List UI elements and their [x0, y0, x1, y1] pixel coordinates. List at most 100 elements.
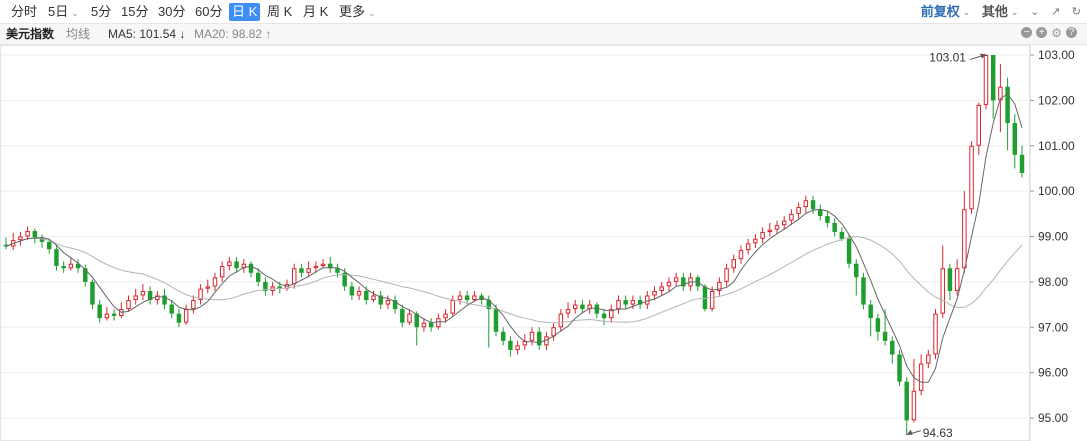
- tab-5day[interactable]: 5日 ⌄: [45, 3, 82, 21]
- tab-5min[interactable]: 5分: [88, 3, 114, 21]
- candle-body-down: [61, 265, 66, 269]
- candle: [241, 259, 247, 273]
- candle: [990, 55, 996, 119]
- candle: [299, 263, 304, 278]
- candle: [681, 272, 686, 291]
- chart-controls: − + ⚙?: [1017, 27, 1077, 47]
- fullscreen-icon[interactable]: ↗: [1051, 3, 1060, 21]
- moving-average-lines: [5, 93, 1023, 383]
- candle: [587, 300, 592, 314]
- candle-body-down: [464, 295, 470, 301]
- candle-body-up: [227, 261, 232, 266]
- candle-body-up: [529, 331, 535, 341]
- help-icon[interactable]: ?: [1066, 27, 1077, 38]
- ma20-value: MA20: 98.82 ↑: [194, 27, 272, 41]
- zoom-in-icon[interactable]: +: [1036, 27, 1048, 38]
- candle: [227, 256, 232, 271]
- tab-intraday[interactable]: 分时: [8, 3, 40, 21]
- candle-body-up: [140, 290, 146, 296]
- candle: [724, 263, 729, 287]
- candle-body-up: [573, 304, 578, 310]
- tab-daily-k[interactable]: 日 K: [229, 3, 261, 21]
- refresh-icon[interactable]: ↻: [1072, 3, 1081, 21]
- tab-5min-label: 5分: [91, 4, 112, 19]
- high-label: 103.01: [929, 51, 966, 65]
- candle-body-down: [623, 300, 628, 305]
- candle-body-up: [760, 231, 765, 239]
- ma-selector[interactable]: 均线: [66, 24, 90, 44]
- plot-frame: [0, 45, 1030, 441]
- y-tick-label: 97.00: [1038, 320, 1068, 334]
- low-label: 94.63: [923, 426, 953, 440]
- candle-body-down: [861, 277, 866, 305]
- tab-monthly-k[interactable]: 月 K: [300, 3, 331, 21]
- candle-body-down: [882, 331, 888, 341]
- candle-body-up: [18, 236, 23, 241]
- candle-body-down: [832, 222, 837, 232]
- settings-gear-icon[interactable]: ⚙: [1051, 27, 1062, 39]
- candle: [529, 327, 535, 346]
- candle: [61, 261, 66, 273]
- candle: [248, 261, 254, 278]
- candle: [904, 377, 909, 435]
- tab-60min[interactable]: 60分: [192, 3, 225, 21]
- candle: [191, 295, 196, 314]
- tab-15min[interactable]: 15分: [118, 3, 151, 21]
- candle-body-up: [133, 295, 138, 301]
- candle-body-up: [219, 265, 225, 278]
- candle-body-up: [313, 265, 319, 269]
- candle: [54, 245, 59, 271]
- candle-body-up: [940, 268, 945, 314]
- candle-body-down: [810, 200, 816, 210]
- candle-body-up: [673, 277, 679, 282]
- candle-body-down: [536, 331, 542, 346]
- candlestick-chart[interactable]: 103.00 102.00 101.00 100.00 99.00 98.00 97.00 9…: [0, 45, 1087, 441]
- candle: [392, 295, 398, 314]
- candle-body-down: [1019, 154, 1025, 173]
- candle: [90, 279, 95, 310]
- candle: [486, 295, 492, 348]
- fuquan-dropdown[interactable]: 前复权 ⌄: [921, 3, 971, 21]
- candle: [616, 295, 621, 314]
- candle-body-up: [789, 213, 794, 221]
- candle-body-up: [385, 300, 391, 305]
- candle: [1012, 113, 1018, 169]
- candle-body-down: [500, 331, 506, 341]
- candle: [637, 295, 643, 310]
- candle: [861, 272, 866, 310]
- candle: [18, 231, 23, 246]
- candle-body-up: [911, 390, 917, 421]
- tab-more[interactable]: 更多 ⌄: [336, 3, 379, 21]
- tab-weekly-k[interactable]: 周 K: [264, 3, 295, 21]
- candle-body-up: [320, 263, 326, 266]
- candle: [940, 245, 945, 319]
- candle-body-down: [364, 290, 369, 301]
- candle-body-up: [724, 268, 729, 282]
- candle-body-up: [443, 313, 448, 319]
- candle-body-up: [436, 318, 441, 328]
- candle: [796, 202, 801, 219]
- candle-body-up: [191, 300, 196, 310]
- candle-body-down: [839, 231, 845, 239]
- candle: [767, 222, 773, 237]
- candle-body-down: [47, 241, 52, 250]
- collapse-icon[interactable]: ⌄: [1030, 3, 1039, 21]
- ma5-value: MA5: 101.54 ↓: [108, 27, 186, 41]
- candle: [97, 300, 102, 323]
- candle-body-up: [709, 290, 715, 310]
- candle: [1019, 145, 1025, 178]
- indicator-bar: 美元指数 均线 MA5: 101.54 ↓ MA20: 98.82 ↑ − + ⚙?: [0, 24, 1087, 45]
- y-tick-label: 96.00: [1038, 366, 1068, 380]
- zoom-out-icon[interactable]: −: [1021, 27, 1033, 38]
- tab-weekly-k-label: 周 K: [267, 4, 293, 19]
- candle: [976, 102, 981, 155]
- candle: [666, 277, 672, 291]
- candle-body-up: [745, 243, 751, 251]
- candle: [738, 245, 744, 264]
- y-tick-label: 95.00: [1038, 411, 1068, 425]
- candle-body-up: [969, 145, 974, 210]
- candle-body-up: [962, 209, 967, 269]
- tab-30min-label: 30分: [158, 4, 186, 19]
- tab-30min[interactable]: 30分: [155, 3, 188, 21]
- other-dropdown[interactable]: 其他 ⌄: [982, 3, 1019, 21]
